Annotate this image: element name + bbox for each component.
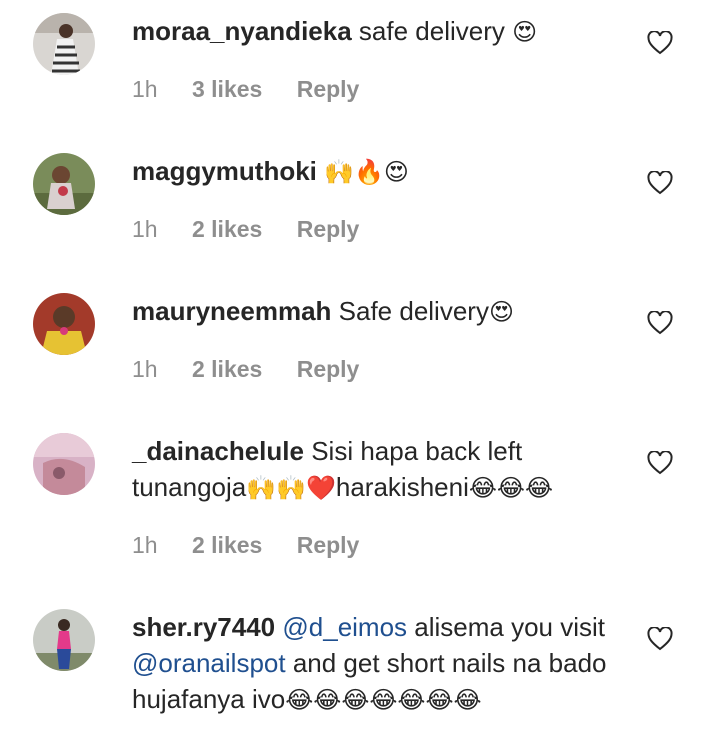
comment-text: moraa_nyandieka safe delivery 😍 (132, 13, 622, 50)
comment-text: maggymuthoki 🙌🔥😍 (132, 153, 622, 190)
avatar[interactable] (33, 153, 95, 215)
reply-button[interactable]: Reply (297, 76, 360, 102)
comment-time: 1h (132, 532, 158, 558)
mention-link[interactable]: @oranailspot (132, 648, 286, 678)
comment-likes[interactable]: 3 likes (192, 76, 262, 102)
emoji: 😂😂😂 (468, 474, 554, 502)
heart-outline-icon[interactable] (647, 626, 673, 651)
comment-likes[interactable]: 2 likes (192, 532, 262, 558)
avatar[interactable] (33, 433, 95, 495)
comment-body: harakisheni (335, 472, 469, 502)
comment-meta: 1h 2 likes Reply (132, 356, 387, 383)
comment-time: 1h (132, 356, 158, 382)
comment-body: safe delivery (358, 16, 505, 46)
comment-meta: 1h 3 likes Reply (132, 76, 387, 103)
comment-body: alisema you visit (414, 612, 606, 642)
heart-outline-icon[interactable] (647, 310, 673, 335)
comment-username[interactable]: sher.ry7440 (132, 612, 275, 642)
reply-button[interactable]: Reply (297, 216, 360, 242)
emoji: 😍 (488, 298, 514, 326)
comment-meta: 1h 2 likes Reply (132, 216, 387, 243)
comment-username[interactable]: _dainachelule (132, 436, 304, 466)
emoji: 🙌🔥😍 (324, 158, 409, 186)
reply-button[interactable]: Reply (297, 532, 360, 558)
heart-outline-icon[interactable] (647, 30, 673, 55)
comment-text: _dainachelule Sisi hapa back left tunang… (132, 433, 622, 506)
comment-time: 1h (132, 216, 158, 242)
heart-outline-icon[interactable] (647, 170, 673, 195)
comment-likes[interactable]: 2 likes (192, 216, 262, 242)
avatar[interactable] (33, 609, 95, 671)
comment-body: Safe delivery (338, 296, 489, 326)
heart-outline-icon[interactable] (647, 450, 673, 475)
avatar[interactable] (33, 13, 95, 75)
comment-time: 1h (132, 76, 158, 102)
comment-meta: 1h 2 likes Reply (132, 532, 387, 559)
comment-username[interactable]: mauryneemmah (132, 296, 331, 326)
comment-username[interactable]: maggymuthoki (132, 156, 317, 186)
reply-button[interactable]: Reply (297, 356, 360, 382)
emoji: 😂😂😂😂😂😂😂 (285, 686, 482, 714)
comment-username[interactable]: moraa_nyandieka (132, 16, 352, 46)
comment-text: mauryneemmah Safe delivery😍 (132, 293, 622, 330)
comment-likes[interactable]: 2 likes (192, 356, 262, 382)
avatar[interactable] (33, 293, 95, 355)
emoji: 🙌🙌❤️ (246, 474, 336, 502)
mention-link[interactable]: @d_eimos (282, 612, 407, 642)
comment-text: sher.ry7440 @d_eimos alisema you visit @… (132, 609, 622, 718)
emoji: 😍 (512, 18, 538, 46)
